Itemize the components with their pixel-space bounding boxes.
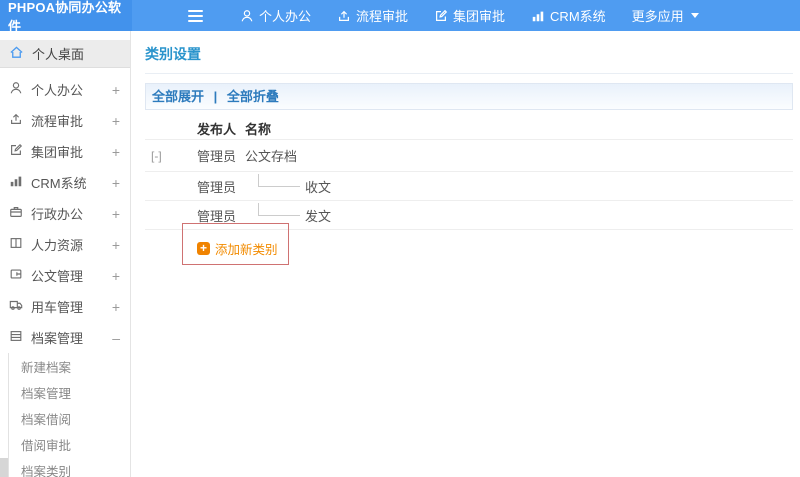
category-name-label: 公文存档 <box>245 149 298 164</box>
tree-toolbar: 全部展开 | 全部折叠 <box>145 83 793 110</box>
edit-icon <box>9 143 23 160</box>
expand-plus-icon[interactable]: + <box>112 82 120 98</box>
caret-down-icon <box>690 13 699 18</box>
nav-group-approval[interactable]: 集团审批 <box>421 0 518 31</box>
cell-category-name[interactable]: 收文 <box>245 174 793 198</box>
tree-branch-line <box>258 203 300 216</box>
table-row: 管理员 收文 <box>145 172 793 201</box>
submenu-item-archive-category[interactable]: 档案类别 <box>9 457 130 477</box>
nav-crm-system[interactable]: CRM系统 <box>518 0 619 31</box>
sidebar-item-label: 流程审批 <box>31 114 84 129</box>
workflow-icon <box>337 9 351 23</box>
expand-plus-icon[interactable]: + <box>112 237 120 253</box>
sidebar-item-archive-management[interactable]: 档案管理 – <box>0 322 130 353</box>
cell-category-name[interactable]: 发文 <box>245 203 793 227</box>
nav-label: CRM系统 <box>550 9 606 24</box>
category-name-label: 收文 <box>305 179 332 195</box>
toolbar-separator: | <box>213 89 218 104</box>
nav-label: 个人办公 <box>259 9 312 24</box>
sidebar-item-personal-office[interactable]: 个人办公 + <box>0 74 130 105</box>
sidebar-item-label: 行政办公 <box>31 207 84 222</box>
archive-submenu: 新建档案 档案管理 档案借阅 借阅审批 档案类别 <box>8 353 130 477</box>
tree-branch-line <box>258 174 300 187</box>
sidebar-item-label: 个人桌面 <box>32 47 85 62</box>
nav-label: 流程审批 <box>356 9 409 24</box>
nav-label: 更多应用 <box>631 9 684 24</box>
table-row: [-] 管理员 公文存档 <box>145 140 793 172</box>
sidebar-item-group-approval[interactable]: 集团审批 + <box>0 136 130 167</box>
add-icon: + <box>197 242 210 255</box>
nav-label: 集团审批 <box>453 9 506 24</box>
truck-icon <box>9 298 23 315</box>
page-title: 类别设置 <box>145 31 793 74</box>
nav-more-apps[interactable]: 更多应用 <box>619 0 712 31</box>
sidebar-item-document-management[interactable]: 公文管理 + <box>0 260 130 291</box>
sidebar-item-label: 用车管理 <box>31 300 84 315</box>
cell-category-name[interactable]: 公文存档 <box>245 146 793 165</box>
user-icon <box>240 9 254 23</box>
submenu-item-new-archive[interactable]: 新建档案 <box>9 353 130 379</box>
workflow-icon <box>9 112 23 129</box>
sidebar-item-workflow-approval[interactable]: 流程审批 + <box>0 105 130 136</box>
category-name-label: 发文 <box>305 208 332 224</box>
expand-plus-icon[interactable]: + <box>112 175 120 191</box>
nav-personal-office[interactable]: 个人办公 <box>227 0 324 31</box>
submenu-item-borrow-approval[interactable]: 借阅审批 <box>9 431 130 457</box>
sidebar-item-label: 集团审批 <box>31 145 84 160</box>
scrollbar-thumb[interactable] <box>0 458 8 477</box>
sidebar: 个人桌面 个人办公 + 流程审批 + 集团审批 + CRM系统 + 行政办公 +… <box>0 31 131 477</box>
sidebar-item-label: CRM系统 <box>31 176 87 191</box>
sidebar-item-label: 公文管理 <box>31 269 84 284</box>
category-table: 发布人 名称 [-] 管理员 公文存档 管理员 收文 管理员 发文 + 添加新类… <box>145 117 793 258</box>
sidebar-item-crm-system[interactable]: CRM系统 + <box>0 167 130 198</box>
cell-publisher: 管理员 <box>197 208 237 224</box>
top-header-bar: PHPOA协同办公软件 个人办公 流程审批 集团审批 CRM系统 更多应用 <box>0 0 800 34</box>
submenu-item-archive-borrow[interactable]: 档案借阅 <box>9 405 130 431</box>
document-icon <box>9 267 23 284</box>
nav-workflow-approval[interactable]: 流程审批 <box>324 0 421 31</box>
add-category-button[interactable]: + 添加新类别 <box>145 230 793 258</box>
chart-icon <box>9 174 23 191</box>
expand-plus-icon[interactable]: + <box>112 144 120 160</box>
expand-plus-icon[interactable]: + <box>112 299 120 315</box>
cell-publisher: 管理员 <box>197 179 237 195</box>
user-icon <box>9 81 23 98</box>
sidebar-item-label: 档案管理 <box>31 331 84 346</box>
submenu-item-archive-management[interactable]: 档案管理 <box>9 379 130 405</box>
row-collapse-toggle[interactable]: [-] <box>145 149 197 163</box>
expand-all-link[interactable]: 全部展开 <box>152 89 204 104</box>
expand-plus-icon[interactable]: + <box>112 113 120 129</box>
collapse-all-link[interactable]: 全部折叠 <box>227 89 279 104</box>
book-icon <box>9 236 23 253</box>
home-icon <box>9 45 24 63</box>
chart-icon <box>531 9 545 23</box>
table-row: 管理员 发文 <box>145 201 793 230</box>
edit-icon <box>434 9 448 23</box>
collapse-minus-icon[interactable]: – <box>112 330 120 346</box>
expand-plus-icon[interactable]: + <box>112 268 120 284</box>
sidebar-item-label: 人力资源 <box>31 238 84 253</box>
expand-plus-icon[interactable]: + <box>112 206 120 222</box>
sidebar-item-personal-desktop[interactable]: 个人桌面 <box>0 40 130 68</box>
main-content: 类别设置 全部展开 | 全部折叠 发布人 名称 [-] 管理员 公文存档 管理员 <box>145 31 793 258</box>
column-header-publisher: 发布人 <box>197 121 237 137</box>
column-header-name: 名称 <box>245 121 272 137</box>
cell-publisher: 管理员 <box>197 149 237 164</box>
app-logo: PHPOA协同办公软件 <box>0 0 132 34</box>
archive-icon <box>9 329 23 346</box>
sidebar-item-label: 个人办公 <box>31 83 84 98</box>
table-header-row: 发布人 名称 <box>145 117 793 140</box>
menu-toggle-icon[interactable] <box>188 9 203 22</box>
briefcase-icon <box>9 205 23 222</box>
add-category-label: 添加新类别 <box>215 243 278 257</box>
sidebar-item-human-resources[interactable]: 人力资源 + <box>0 229 130 260</box>
top-navigation: 个人办公 流程审批 集团审批 CRM系统 更多应用 <box>132 0 712 31</box>
app-window: PHPOA协同办公软件 个人办公 流程审批 集团审批 CRM系统 更多应用 个人… <box>0 0 800 477</box>
sidebar-item-admin-office[interactable]: 行政办公 + <box>0 198 130 229</box>
sidebar-item-vehicle-management[interactable]: 用车管理 + <box>0 291 130 322</box>
